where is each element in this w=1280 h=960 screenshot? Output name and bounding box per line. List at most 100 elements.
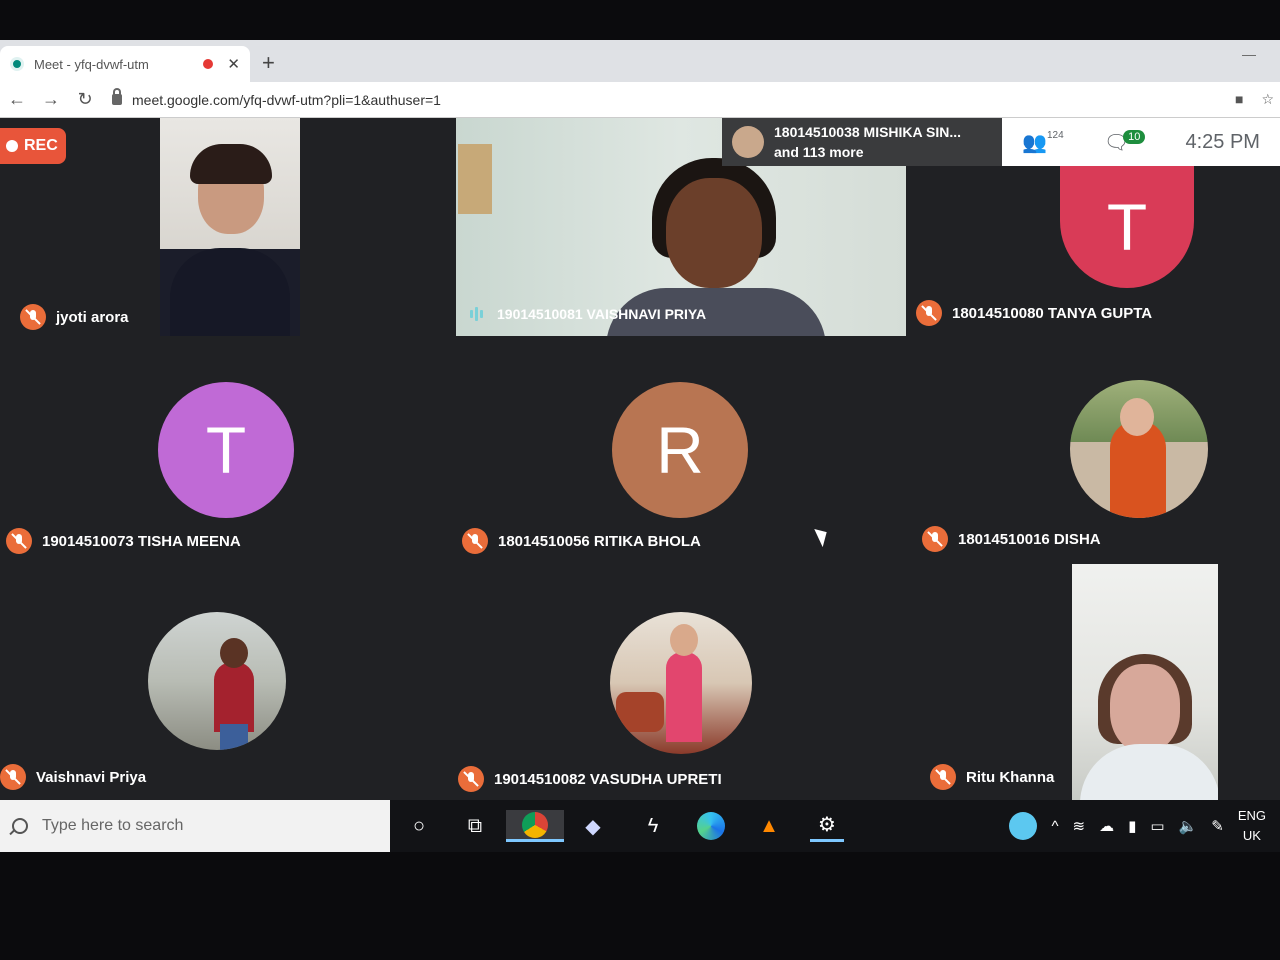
bookmark-star-icon[interactable]: ☆: [1261, 91, 1274, 108]
participant-face: [670, 624, 698, 656]
chat-badge: 10: [1123, 129, 1146, 144]
participant-name: 19014510082 VASUDHA UPRETI: [494, 770, 722, 788]
settings-icon[interactable]: ⚙: [810, 810, 844, 842]
battery-icon[interactable]: ▭: [1150, 817, 1164, 835]
people-icon: 👥: [1022, 131, 1047, 154]
muted-mic-icon: [916, 300, 942, 326]
muted-mic-icon: [6, 528, 32, 554]
help-icon[interactable]: [1009, 812, 1038, 840]
cortana-icon[interactable]: ○: [402, 810, 436, 842]
search-icon: [12, 818, 28, 834]
participant-face: [1110, 664, 1180, 752]
rec-label: REC: [24, 137, 58, 154]
participant-name: Vaishnavi Priya: [36, 768, 147, 786]
dropbox-icon[interactable]: ◆: [576, 810, 610, 842]
muted-mic-icon: [458, 766, 484, 792]
microphone-icon[interactable]: ▮: [1128, 817, 1136, 835]
chrome-icon[interactable]: [506, 810, 564, 842]
forward-button[interactable]: →: [34, 89, 68, 110]
avatar: [732, 126, 764, 158]
participant-label: Vaishnavi Priya: [0, 764, 146, 790]
participant-name: 18014510056 RITIKA BHOLA: [498, 532, 701, 550]
meet-favicon-icon: [10, 57, 24, 71]
browser-tab[interactable]: Meet - yfq-dvwf-utm ✕: [0, 46, 250, 82]
recording-badge: REC: [0, 128, 66, 164]
participant-figure: [666, 652, 702, 742]
speaking-indicator-icon: [470, 307, 483, 321]
participant-body: [170, 248, 290, 336]
edge-icon[interactable]: [694, 810, 728, 842]
participant-label: 19014510073 TISHA MEENA: [6, 528, 241, 554]
presentation-chip[interactable]: 18014510038 MISHIKA SIN... and 113 more: [722, 118, 1002, 166]
recording-indicator-icon: [203, 59, 214, 69]
muted-mic-icon: [462, 528, 488, 554]
language-indicator[interactable]: ENG UK: [1238, 806, 1266, 846]
taskbar-search[interactable]: Type here to search: [0, 800, 390, 852]
participant-label: 18014510016 DISHA: [922, 526, 1101, 552]
participant-name: 19014510073 TISHA MEENA: [42, 532, 241, 550]
participant-label: 19014510081 VAISHNAVI PRIYA: [470, 306, 706, 322]
tab-title: Meet - yfq-dvwf-utm: [34, 56, 149, 72]
video-tile-jyoti-arora[interactable]: [160, 118, 300, 336]
windows-taskbar: Type here to search ○ ⧉ ◆ ϟ ▲ ⚙ ^ ≋ ☁ ▮ …: [0, 800, 1280, 852]
avatar: T: [158, 382, 294, 518]
meet-grid: REC jyoti arora 19014510081 VAISHNAVI PR…: [0, 118, 1280, 852]
lock-icon[interactable]: [112, 88, 122, 105]
participant-count: 124: [1046, 129, 1064, 141]
presenter-name: 18014510038 MISHIKA SIN...: [774, 124, 962, 140]
camera-icon[interactable]: ■: [1235, 91, 1243, 108]
participant-label: 18014510080 TANYA GUPTA: [916, 300, 1152, 326]
address-bar-actions: ■ ☆: [1235, 91, 1280, 108]
pen-icon[interactable]: ✎: [1211, 817, 1224, 835]
wifi-icon[interactable]: ≋: [1073, 817, 1086, 835]
minimize-icon[interactable]: —: [1242, 46, 1256, 62]
participant-name: Ritu Khanna: [966, 768, 1055, 786]
edge-logo: [697, 812, 725, 840]
participant-legs: [220, 724, 248, 750]
avatar: R: [612, 382, 748, 518]
meet-top-bar: 👥124 🗨10 4:25 PM: [1002, 118, 1280, 166]
muted-mic-icon: [0, 764, 26, 790]
wall-frame: [458, 144, 492, 214]
lang-top: ENG: [1237, 808, 1266, 823]
chat-button[interactable]: 🗨10: [1104, 129, 1146, 155]
participant-label: 18014510056 RITIKA BHOLA: [462, 528, 701, 554]
chevron-up-icon[interactable]: ^: [1051, 818, 1058, 835]
participant-label: 19014510082 VASUDHA UPRETI: [458, 766, 722, 792]
browser-tab-bar: Meet - yfq-dvwf-utm ✕ + —: [0, 40, 1280, 82]
participant-face: [220, 638, 248, 668]
url-field[interactable]: meet.google.com/yfq-dvwf-utm?pli=1&authu…: [132, 92, 1235, 108]
participant-label: Ritu Khanna: [930, 764, 1054, 790]
participant-label: jyoti arora: [20, 304, 129, 330]
new-tab-button[interactable]: +: [262, 50, 275, 76]
avatar: [148, 612, 286, 750]
meeting-clock: 4:25 PM: [1185, 130, 1260, 153]
back-button[interactable]: ←: [0, 89, 34, 110]
participant-face: [666, 178, 762, 288]
onedrive-icon[interactable]: ☁: [1099, 817, 1114, 835]
muted-mic-icon: [20, 304, 46, 330]
reload-button[interactable]: ↻: [68, 89, 102, 110]
screen: Meet - yfq-dvwf-utm ✕ + — ← → ↻ meet.goo…: [0, 40, 1280, 852]
task-view-icon[interactable]: ⧉: [458, 810, 492, 842]
chrome-logo: [522, 811, 548, 838]
people-button[interactable]: 👥124: [1022, 130, 1064, 155]
participant-face: [1120, 398, 1154, 436]
participant-figure: [214, 662, 254, 732]
participant-name: 18014510016 DISHA: [958, 530, 1101, 548]
participant-body: [1080, 744, 1218, 800]
vlc-icon[interactable]: ▲: [752, 810, 786, 842]
sofa: [616, 692, 664, 732]
participant-name: jyoti arora: [56, 308, 129, 326]
avatar: [610, 612, 752, 754]
avatar: T: [1060, 166, 1194, 288]
lang-bottom: UK: [1242, 828, 1261, 843]
volume-icon[interactable]: 🔈: [1179, 817, 1198, 835]
tab-close-icon[interactable]: ✕: [227, 55, 240, 73]
avatar: [1070, 380, 1208, 518]
video-tile-ritu-khanna[interactable]: [1072, 564, 1218, 800]
bolt-app-icon[interactable]: ϟ: [636, 810, 670, 842]
participant-hair: [190, 144, 272, 184]
muted-mic-icon: [930, 764, 956, 790]
search-input[interactable]: Type here to search: [42, 817, 183, 835]
